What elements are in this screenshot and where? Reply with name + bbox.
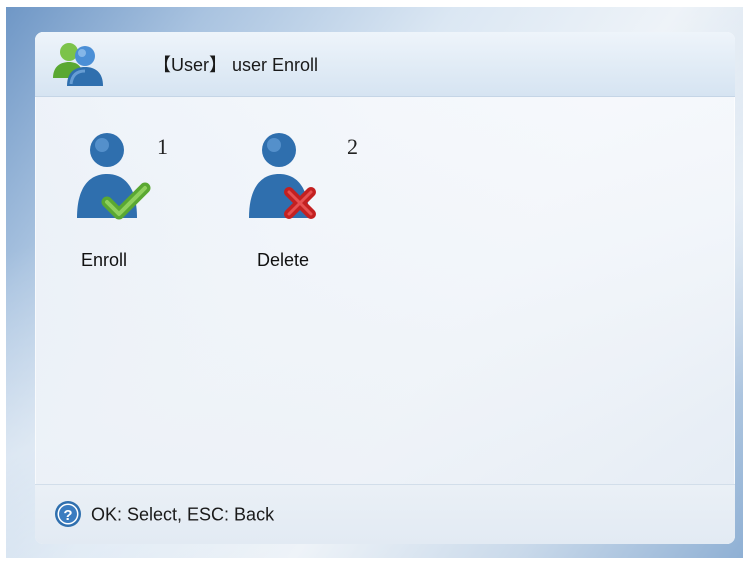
menu-item-delete[interactable]: 2 Delete	[247, 130, 377, 270]
menu-item-label: Delete	[257, 250, 310, 270]
menu-item-number: 2	[347, 134, 358, 159]
menu-item-number: 1	[157, 134, 168, 159]
menu-item-enroll[interactable]: 1 Enroll	[75, 130, 205, 270]
page-title: 【User】 user Enroll	[153, 55, 319, 75]
svg-text:?: ?	[63, 507, 72, 524]
user-delete-icon	[247, 130, 337, 230]
device-screen: 【User】 user Enroll 1 Enroll 2 Delete ? O…	[6, 7, 743, 558]
menu-item-label: Enroll	[81, 250, 128, 270]
footer-hint: OK: Select, ESC: Back	[91, 504, 275, 525]
user-check-icon	[75, 130, 165, 230]
help-icon: ?	[53, 499, 83, 534]
users-icon	[49, 38, 111, 90]
menu-panel: 【User】 user Enroll 1 Enroll 2 Delete ? O…	[35, 32, 735, 544]
footer-bar: ? OK: Select, ESC: Back	[35, 484, 735, 544]
title-bar: 【User】 user Enroll	[35, 32, 735, 97]
